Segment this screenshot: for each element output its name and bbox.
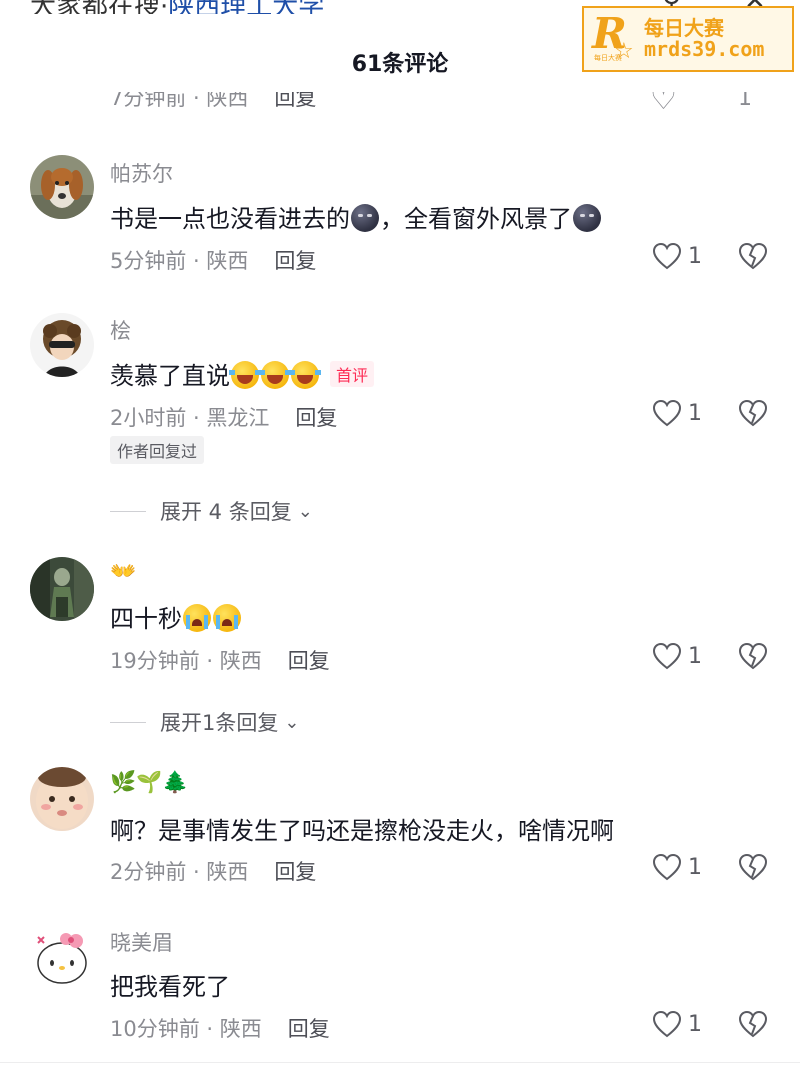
broken-heart-icon <box>738 399 768 427</box>
dislike-button[interactable] <box>738 853 768 885</box>
comment-time: 2分钟前 · 陕西 <box>110 860 249 884</box>
like-count: 1 <box>688 643 702 669</box>
broken-heart-icon <box>738 853 768 881</box>
expand-replies-label: 展开 4 条回复 <box>160 500 292 524</box>
divider-line <box>110 721 146 723</box>
comment-username[interactable]: 🌿🌱🌲 <box>110 770 188 795</box>
dislike-button[interactable] <box>738 642 768 674</box>
dislike-button[interactable] <box>738 399 768 431</box>
like-button[interactable]: 1 <box>652 642 702 670</box>
expand-replies-button[interactable]: 展开 4 条回复 ⌄ <box>110 496 313 526</box>
comment-text: 啊？是事情发生了吗还是擦枪没走火，啥情况啊 <box>110 817 614 845</box>
comment-meta: 5分钟前 · 陕西 回复 <box>110 245 316 275</box>
like-count: 1 <box>688 400 702 426</box>
comment-text: 四十秒 <box>110 599 242 634</box>
avatar[interactable] <box>30 313 94 377</box>
divider-line <box>110 510 146 512</box>
like-count: 1 <box>688 854 702 880</box>
comment-meta: 2分钟前 · 陕西 回复 <box>110 856 316 886</box>
comment-text-part1: 书是一点也没看进去的 <box>110 205 350 233</box>
broken-heart-icon <box>738 242 768 270</box>
cutoff-comment-meta: 7分钟前 · 陕西 回复 ♡ 1 <box>110 92 800 116</box>
dislike-button[interactable] <box>738 242 768 274</box>
avatar[interactable] <box>30 557 94 621</box>
comments-count-title: 61条评论 <box>351 52 449 77</box>
like-button[interactable]: 1 <box>652 853 702 881</box>
search-suggestion[interactable]: 大家都在搜·陕西理工大学 <box>30 0 324 14</box>
like-button[interactable]: 1 <box>652 242 702 270</box>
comment-time: 19分钟前 · 陕西 <box>110 649 262 673</box>
avatar[interactable] <box>30 767 94 831</box>
avatar[interactable] <box>30 155 94 219</box>
comment-username[interactable]: 桧 <box>110 315 131 345</box>
reply-button[interactable]: 回复 <box>288 649 330 673</box>
reply-button[interactable]: 回复 <box>295 406 337 430</box>
heart-outline-icon <box>652 853 682 881</box>
crying-emoji-icon <box>183 604 211 632</box>
comment-text-body: 四十秒 <box>110 605 182 633</box>
like-button[interactable]: 1 <box>652 399 702 427</box>
chevron-down-icon: ⌄ <box>284 711 300 733</box>
comment-meta: 2小时前 · 黑龙江 回复 <box>110 402 337 432</box>
crying-emoji-icon <box>213 604 241 632</box>
expand-replies-button[interactable]: 展开1条回复 ⌄ <box>110 707 299 737</box>
comment-meta: 19分钟前 · 陕西 回复 <box>110 645 330 675</box>
heart-outline-icon <box>652 242 682 270</box>
like-button[interactable]: 1 <box>652 1010 702 1038</box>
comment-text: 把我看死了 <box>110 973 230 1001</box>
like-count: 1 <box>688 243 702 269</box>
comment-username[interactable]: 👐 <box>110 559 136 584</box>
author-replied-tag: 作者回复过 <box>110 436 205 464</box>
comment-meta: 10分钟前 · 陕西 回复 <box>110 1013 330 1043</box>
reply-button[interactable]: 回复 <box>274 860 316 884</box>
divider <box>0 1062 800 1063</box>
comment-time: 7分钟前 · 陕西 <box>110 92 249 110</box>
dark-moon-emoji-icon <box>351 204 379 232</box>
broken-heart-icon <box>738 642 768 670</box>
chevron-down-icon: ⌄ <box>297 500 313 522</box>
dislike-button[interactable] <box>738 1010 768 1042</box>
reply-button[interactable]: 回复 <box>288 1017 330 1041</box>
reply-button[interactable]: 回复 <box>274 92 316 110</box>
comment-text: 书是一点也没看进去的 ，全看窗外风景了 <box>110 199 602 234</box>
comment-time: 2小时前 · 黑龙江 <box>110 406 270 430</box>
heart-outline-icon <box>652 399 682 427</box>
comment-username[interactable]: 帕苏尔 <box>110 158 173 188</box>
like-count: 1 <box>738 92 752 111</box>
dark-moon-emoji-icon <box>573 204 601 232</box>
first-comment-badge: 首评 <box>330 361 375 387</box>
comment-text: 羡慕了直说 首评 <box>110 356 375 391</box>
heart-outline-icon <box>652 1010 682 1038</box>
watermark-line1: 每日大赛 <box>644 16 724 40</box>
heart-outline-icon <box>652 642 682 670</box>
laughing-tears-emoji-icon <box>289 361 321 389</box>
search-suggestion-prefix: 大家都在搜· <box>30 0 168 14</box>
avatar[interactable] <box>30 925 94 989</box>
search-suggestion-link[interactable]: 陕西理工大学 <box>168 0 324 14</box>
laughing-tears-emoji-icon <box>229 361 261 389</box>
comment-text-body: 羡慕了直说 <box>110 362 230 390</box>
comment-time: 10分钟前 · 陕西 <box>110 1017 262 1041</box>
expand-replies-label: 展开1条回复 <box>160 711 279 735</box>
broken-heart-icon <box>738 1010 768 1038</box>
comment-username[interactable]: 晓美眉 <box>110 927 173 957</box>
laughing-tears-emoji-icon <box>259 361 291 389</box>
like-count: 1 <box>688 1011 702 1037</box>
heart-outline-icon[interactable]: ♡ <box>650 92 677 116</box>
comment-time: 5分钟前 · 陕西 <box>110 249 249 273</box>
comment-text-part2: ，全看窗外风景了 <box>380 205 572 233</box>
reply-button[interactable]: 回复 <box>274 249 316 273</box>
